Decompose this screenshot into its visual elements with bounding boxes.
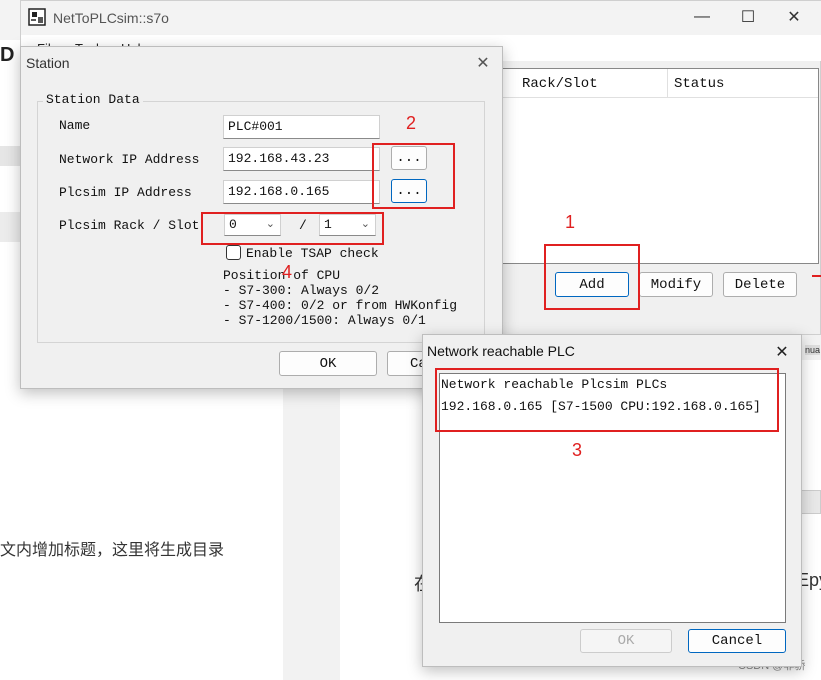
dialog-title: Network reachable PLC — [427, 343, 575, 359]
background-strip — [0, 146, 22, 166]
minimize-button[interactable]: — — [679, 1, 725, 33]
plcsim-ip-label: Plcsim IP Address — [59, 185, 192, 200]
group-title: Station Data — [43, 92, 143, 107]
background-editor-hint: 文内增加标题，这里将生成目录 — [0, 542, 225, 559]
annotation-box-1 — [544, 244, 640, 310]
close-icon[interactable]: ✕ — [471, 51, 495, 75]
network-ip-label: Network IP Address — [59, 152, 200, 167]
annotation-number-4: 4 — [282, 262, 293, 282]
tsap-label: Enable TSAP check — [246, 246, 379, 261]
annotation-box-4 — [201, 212, 384, 245]
tsap-checkbox[interactable] — [226, 245, 241, 260]
name-field[interactable]: PLC#001 — [223, 115, 380, 139]
rack-slot-label: Plcsim Rack / Slot — [59, 218, 200, 233]
annotation-box-2 — [372, 143, 455, 209]
cancel-button[interactable]: Cancel — [688, 629, 786, 653]
close-button[interactable]: ✕ — [771, 1, 817, 33]
close-icon[interactable]: ✕ — [769, 339, 795, 365]
cpu-info-line: - S7-300: Always 0/2 — [223, 283, 380, 298]
ok-button[interactable]: OK — [279, 351, 377, 376]
maximize-button[interactable]: ☐ — [725, 1, 771, 33]
cpu-info-line: - S7-1200/1500: Always 0/1 — [223, 313, 426, 328]
window-title: NetToPLCsim::s7o — [53, 10, 169, 26]
name-label: Name — [59, 118, 91, 133]
annotation-number-3: 3 — [572, 440, 583, 460]
network-ip-field[interactable]: 192.168.43.23 — [223, 147, 380, 171]
modify-button[interactable]: Modify — [639, 272, 713, 297]
background-side-tag: nua — [805, 345, 821, 355]
annotation-number-1: 1 — [565, 212, 576, 232]
cancel-button[interactable]: Ca — [387, 351, 427, 376]
cpu-info-line: - S7-400: 0/2 or from HWKonfig — [223, 298, 458, 313]
background-strip — [0, 212, 22, 242]
delete-button[interactable]: Delete — [723, 272, 797, 297]
column-header-rack-slot[interactable]: Rack/Slot — [498, 69, 668, 98]
ok-button[interactable]: OK — [580, 629, 672, 653]
dialog-title: Station — [26, 55, 70, 71]
column-header-status[interactable]: Status — [668, 69, 818, 98]
main-titlebar: NetToPLCsim::s7o — ☐ ✕ — [21, 1, 821, 35]
station-list[interactable]: Rack/Slot Status — [497, 68, 819, 264]
background-heading-fragment: D — [0, 44, 15, 66]
app-icon — [28, 8, 46, 26]
annotation-box-3 — [435, 368, 779, 432]
annotation-number-2: 2 — [406, 113, 417, 133]
annotation-mark — [812, 275, 821, 277]
plcsim-ip-field[interactable]: 192.168.0.165 — [223, 180, 380, 204]
